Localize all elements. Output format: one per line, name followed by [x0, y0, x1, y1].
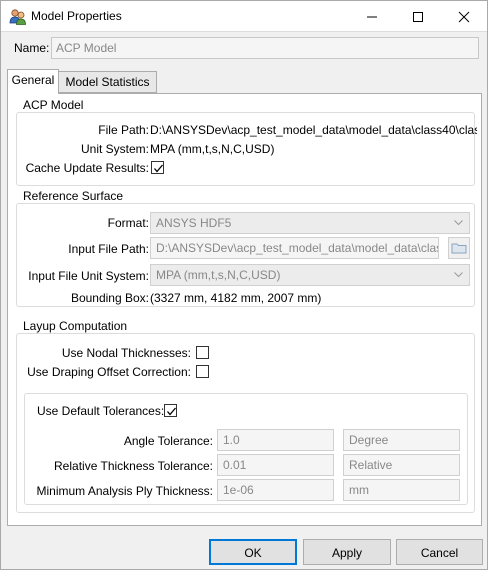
min-ply-thickness-unit-value: mm: [349, 483, 369, 497]
acp-model-group-title: ACP Model: [21, 98, 86, 112]
default-tolerances-label: Use Default Tolerances:: [37, 404, 165, 418]
bounding-box-value: (3327 mm, 4182 mm, 2007 mm): [150, 291, 322, 305]
cache-update-checkbox[interactable]: [151, 161, 164, 174]
chevron-down-icon: [454, 272, 463, 278]
min-ply-thickness-label: Minimum Analysis Ply Thickness:: [36, 484, 214, 498]
close-button[interactable]: [441, 1, 487, 32]
general-tab-panel: ACP Model File Path: D:\ANSYSDev\acp_tes…: [7, 93, 482, 526]
maximize-button[interactable]: [395, 1, 441, 32]
name-input[interactable]: [51, 37, 479, 59]
input-unit-system-value: MPA (mm,t,s,N,C,USD): [156, 268, 281, 282]
minimize-button[interactable]: [349, 1, 395, 32]
format-label: Format:: [107, 216, 149, 230]
min-ply-thickness-unit: mm: [343, 479, 460, 501]
browse-button[interactable]: [448, 237, 470, 259]
relative-thickness-unit: Relative: [343, 454, 460, 476]
bounding-box-label: Bounding Box:: [70, 291, 149, 305]
layup-computation-group-title: Layup Computation: [21, 319, 130, 333]
model-properties-window: Model Properties Name: General Model Sta…: [0, 0, 488, 570]
window-title: Model Properties: [31, 9, 122, 23]
draping-offset-label: Use Draping Offset Correction:: [27, 365, 191, 379]
checkmark-icon: [167, 407, 176, 416]
chevron-down-icon: [454, 220, 463, 226]
angle-tolerance-label: Angle Tolerance:: [123, 434, 213, 448]
minimize-icon: [367, 16, 377, 18]
draping-offset-checkbox[interactable]: [196, 365, 209, 378]
nodal-thickness-label: Use Nodal Thicknesses:: [61, 346, 191, 360]
angle-tolerance-input[interactable]: 1.0: [217, 429, 334, 451]
checkmark-icon: [154, 164, 163, 173]
people-icon: [9, 8, 27, 25]
input-file-path-field[interactable]: D:\ANSYSDev\acp_test_model_data\model_da…: [150, 237, 439, 259]
close-icon: [458, 11, 470, 23]
input-file-path-value: D:\ANSYSDev\acp_test_model_data\model_da…: [156, 241, 439, 255]
angle-tolerance-unit: Degree: [343, 429, 460, 451]
input-unit-system-select[interactable]: MPA (mm,t,s,N,C,USD): [150, 264, 470, 286]
tab-general[interactable]: General: [7, 69, 59, 94]
unit-system-value: MPA (mm,t,s,N,C,USD): [150, 142, 275, 156]
input-unit-system-label: Input File Unit System:: [28, 269, 149, 283]
nodal-thickness-checkbox[interactable]: [196, 346, 209, 359]
relative-thickness-input[interactable]: 0.01: [217, 454, 334, 476]
ok-button[interactable]: OK: [209, 539, 297, 565]
min-ply-thickness-value: 1e-06: [223, 483, 254, 497]
angle-tolerance-value: 1.0: [223, 433, 240, 447]
apply-button[interactable]: Apply: [303, 539, 391, 565]
folder-icon: [451, 243, 467, 254]
angle-tolerance-unit-value: Degree: [349, 433, 389, 447]
file-path-label: File Path:: [98, 123, 149, 137]
cancel-button[interactable]: Cancel: [396, 539, 483, 565]
reference-surface-group-title: Reference Surface: [21, 189, 126, 203]
default-tolerances-checkbox[interactable]: [164, 404, 177, 417]
maximize-icon: [413, 12, 423, 22]
relative-thickness-unit-value: Relative: [349, 458, 393, 472]
title-bar[interactable]: Model Properties: [1, 1, 487, 32]
unit-system-label: Unit System:: [80, 142, 149, 156]
format-select[interactable]: ANSYS HDF5: [150, 212, 470, 234]
name-label: Name:: [14, 41, 50, 55]
tab-model-statistics[interactable]: Model Statistics: [59, 71, 157, 93]
input-file-path-label: Input File Path:: [68, 242, 149, 256]
file-path-value: D:\ANSYSDev\acp_test_model_data\model_da…: [150, 123, 477, 137]
cache-update-label: Cache Update Results:: [25, 161, 149, 175]
relative-thickness-value: 0.01: [223, 458, 247, 472]
relative-thickness-label: Relative Thickness Tolerance:: [54, 459, 213, 473]
min-ply-thickness-input[interactable]: 1e-06: [217, 479, 334, 501]
format-select-value: ANSYS HDF5: [156, 216, 232, 230]
